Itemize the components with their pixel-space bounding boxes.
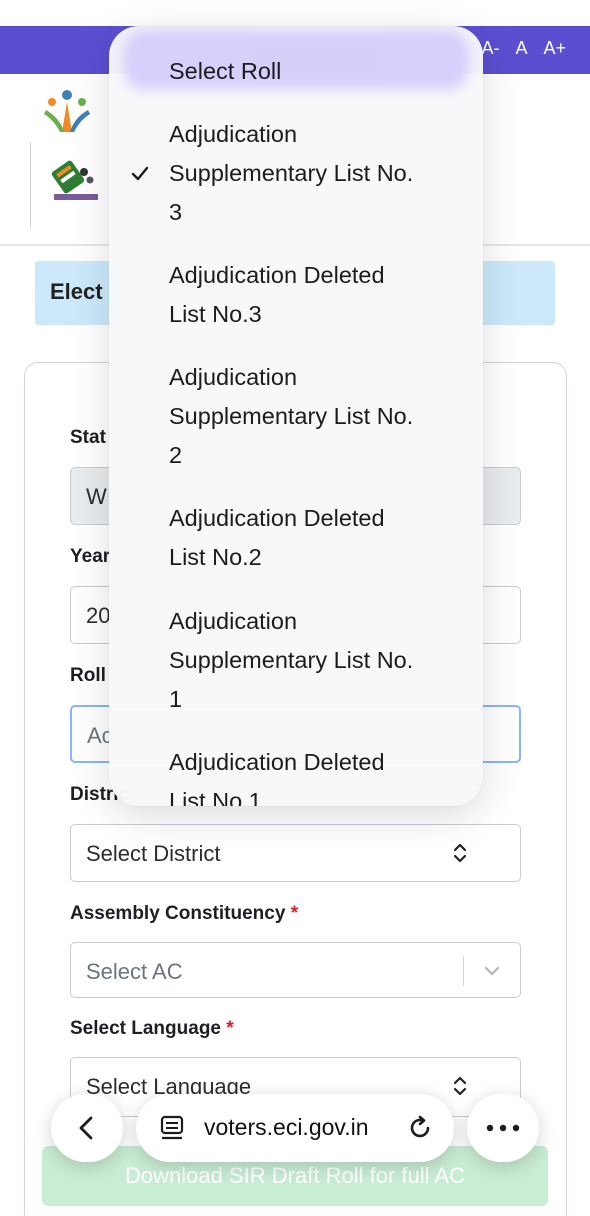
eci-logo-icon xyxy=(51,160,98,200)
page-icon xyxy=(160,1115,184,1140)
decrease-font-button[interactable]: A- xyxy=(481,38,499,59)
roll-dropdown-menu[interactable]: Select Roll Adjudication Supplementary L… xyxy=(109,26,483,806)
assembly-label: Assembly Constituency * xyxy=(70,903,299,924)
roll-option-supplementary-1[interactable]: Adjudication Supplementary List No. 1 xyxy=(169,602,459,719)
state-label: Stat xyxy=(70,427,106,448)
roll-option-select-roll[interactable]: Select Roll xyxy=(169,52,459,91)
font-size-controls: A- A A+ xyxy=(481,38,566,59)
back-button[interactable] xyxy=(51,1094,123,1162)
logo-divider xyxy=(30,142,31,228)
increase-font-button[interactable]: A+ xyxy=(543,38,566,59)
more-button[interactable] xyxy=(467,1094,539,1162)
banner-title: Elect xyxy=(50,279,103,304)
district-select-value: Select District xyxy=(86,841,221,866)
chevron-up-down-icon xyxy=(453,843,467,863)
assembly-placeholder: Select AC xyxy=(86,959,183,984)
url-text: voters.eci.gov.in xyxy=(204,1114,369,1140)
district-select[interactable]: Select District xyxy=(70,824,521,882)
address-bar[interactable]: voters.eci.gov.in xyxy=(136,1094,454,1162)
back-icon xyxy=(79,1116,93,1140)
year-label: Year xyxy=(70,546,111,567)
roll-option-deleted-1[interactable]: Adjudication Deleted List No.1 xyxy=(169,743,459,806)
select-separator xyxy=(463,956,464,986)
roll-label: Roll xyxy=(70,665,106,686)
reload-icon[interactable] xyxy=(406,1114,434,1142)
required-mark: * xyxy=(290,903,299,924)
chevron-up-down-icon xyxy=(453,1076,467,1096)
roll-option-deleted-3[interactable]: Adjudication Deleted List No.3 xyxy=(169,256,459,334)
assembly-select[interactable]: Select AC xyxy=(70,942,521,998)
roll-option-supplementary-3[interactable]: Adjudication Supplementary List No. 3 xyxy=(169,115,459,232)
status-strip xyxy=(0,0,590,26)
checkmark-icon xyxy=(131,166,149,181)
more-icon xyxy=(486,1124,520,1132)
language-label: Select Language * xyxy=(70,1018,234,1039)
roll-option-supplementary-2[interactable]: Adjudication Supplementary List No. 2 xyxy=(169,358,459,475)
chevron-down-icon[interactable] xyxy=(482,961,502,981)
roll-option-deleted-2[interactable]: Adjudication Deleted List No.2 xyxy=(169,499,459,577)
voters-logo-icon xyxy=(44,90,90,132)
required-mark: * xyxy=(226,1018,234,1039)
reset-font-button[interactable]: A xyxy=(515,38,527,59)
